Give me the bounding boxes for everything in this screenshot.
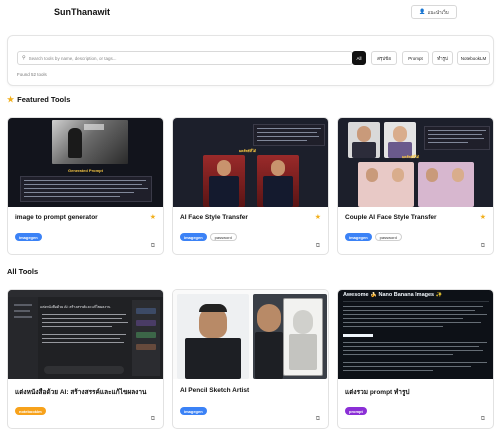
- profile-button-label: แนะนำเว็บ: [427, 9, 449, 15]
- all-tools-title-text: All Tools: [7, 267, 39, 276]
- external-link-icon[interactable]: ⧉: [481, 243, 485, 250]
- card-title: Couple AI Face Style Transfer: [345, 214, 437, 221]
- card-thumbnail: Awesome 🍌 Nano Banana Images ✨: [338, 290, 493, 379]
- card-title: AI Pencil Sketch Artist: [180, 387, 250, 394]
- tool-card-pencil-sketch[interactable]: AI Pencil Sketch Artist imagegen ⧉: [172, 289, 329, 429]
- search-icon: ⚲: [22, 55, 26, 61]
- card-title: แต่งหนังสือด้วย AI: สร้างสรรค์และแก้ไขผล…: [15, 389, 147, 396]
- featured-card-couple-face-style-transfer[interactable]: ผลลัพธ์ที่ได้ Couple AI Face Style Trans…: [337, 117, 494, 255]
- card-thumbnail: [173, 290, 328, 379]
- star-icon: ★: [7, 95, 15, 104]
- featured-card-face-style-transfer[interactable]: ผลลัพธ์ที่ได้ AI Face Style Transfer ★ i…: [172, 117, 329, 255]
- filter-image[interactable]: ทำรูป: [432, 51, 453, 65]
- card-title: image to prompt generator: [15, 214, 98, 221]
- thumb-caption: Awesome 🍌 Nano Banana Images ✨: [343, 292, 443, 298]
- tag-password[interactable]: password: [374, 233, 402, 241]
- card-thumbnail: Generated Prompt: [8, 118, 163, 207]
- card-thumbnail: แต่งหนังสือด้วย AI: สร้างสรรค์และแก้ไขผล…: [8, 290, 163, 379]
- filter-notebooklm[interactable]: NotebookLM: [457, 51, 490, 65]
- external-link-icon[interactable]: ⧉: [316, 416, 320, 423]
- star-icon: ★: [479, 214, 486, 221]
- thumb-caption: ผลลัพธ์ที่ได้: [239, 149, 257, 153]
- thumb-caption: แต่งหนังสือด้วย AI: สร้างสรรค์และแก้ไขผล…: [40, 305, 111, 309]
- found-count: Found 52 tools: [17, 72, 47, 77]
- filter-prompt[interactable]: Prompt: [402, 51, 429, 65]
- all-tools-section-title: All Tools: [7, 267, 38, 276]
- thumb-caption: ผลลัพธ์ที่ได้: [402, 155, 420, 159]
- card-title: แต่งรวม prompt ทำรูป: [345, 389, 410, 396]
- tag-imagegen[interactable]: imagegen: [180, 407, 207, 415]
- user-icon: 👤: [419, 9, 426, 15]
- tool-card-book-writer[interactable]: แต่งหนังสือด้วย AI: สร้างสรรค์และแก้ไขผล…: [7, 289, 164, 429]
- filter-all[interactable]: All: [352, 51, 366, 65]
- star-icon: ★: [314, 214, 321, 221]
- tool-card-prompt-collection[interactable]: Awesome 🍌 Nano Banana Images ✨ แต่งรวม p…: [337, 289, 494, 429]
- card-title: AI Face Style Transfer: [180, 214, 248, 221]
- external-link-icon[interactable]: ⧉: [151, 416, 155, 423]
- thumb-caption: Generated Prompt: [68, 168, 103, 173]
- tag-imagegen[interactable]: imagegen: [15, 233, 42, 241]
- search-box[interactable]: ⚲: [17, 51, 353, 65]
- profile-button[interactable]: 👤 แนะนำเว็บ: [411, 5, 457, 19]
- featured-card-image-to-prompt[interactable]: Generated Prompt image to prompt generat…: [7, 117, 164, 255]
- search-input[interactable]: [28, 55, 349, 61]
- card-thumbnail: ผลลัพธ์ที่ได้: [173, 118, 328, 207]
- tag-password[interactable]: password: [209, 233, 237, 241]
- tag-notebooklm[interactable]: notebooklm: [15, 407, 46, 415]
- external-link-icon[interactable]: ⧉: [481, 416, 485, 423]
- tag-imagegen[interactable]: imagegen: [345, 233, 372, 241]
- external-link-icon[interactable]: ⧉: [316, 243, 320, 250]
- tag-prompt[interactable]: prompt: [345, 407, 367, 415]
- search-panel: ⚲ All สรุปข้อ Prompt ทำรูป NotebookLM Fo…: [7, 35, 494, 86]
- filter-summary[interactable]: สรุปข้อ: [371, 51, 397, 65]
- featured-section-title: ★ Featured Tools: [7, 95, 70, 104]
- external-link-icon[interactable]: ⧉: [151, 243, 155, 250]
- star-icon: ★: [149, 214, 156, 221]
- featured-title-text: Featured Tools: [17, 95, 71, 104]
- top-header: SunThanawit 👤 แนะนำเว็บ: [0, 0, 500, 26]
- card-thumbnail: ผลลัพธ์ที่ได้: [338, 118, 493, 207]
- tag-imagegen[interactable]: imagegen: [180, 233, 207, 241]
- brand-logo-text[interactable]: SunThanawit: [54, 7, 110, 17]
